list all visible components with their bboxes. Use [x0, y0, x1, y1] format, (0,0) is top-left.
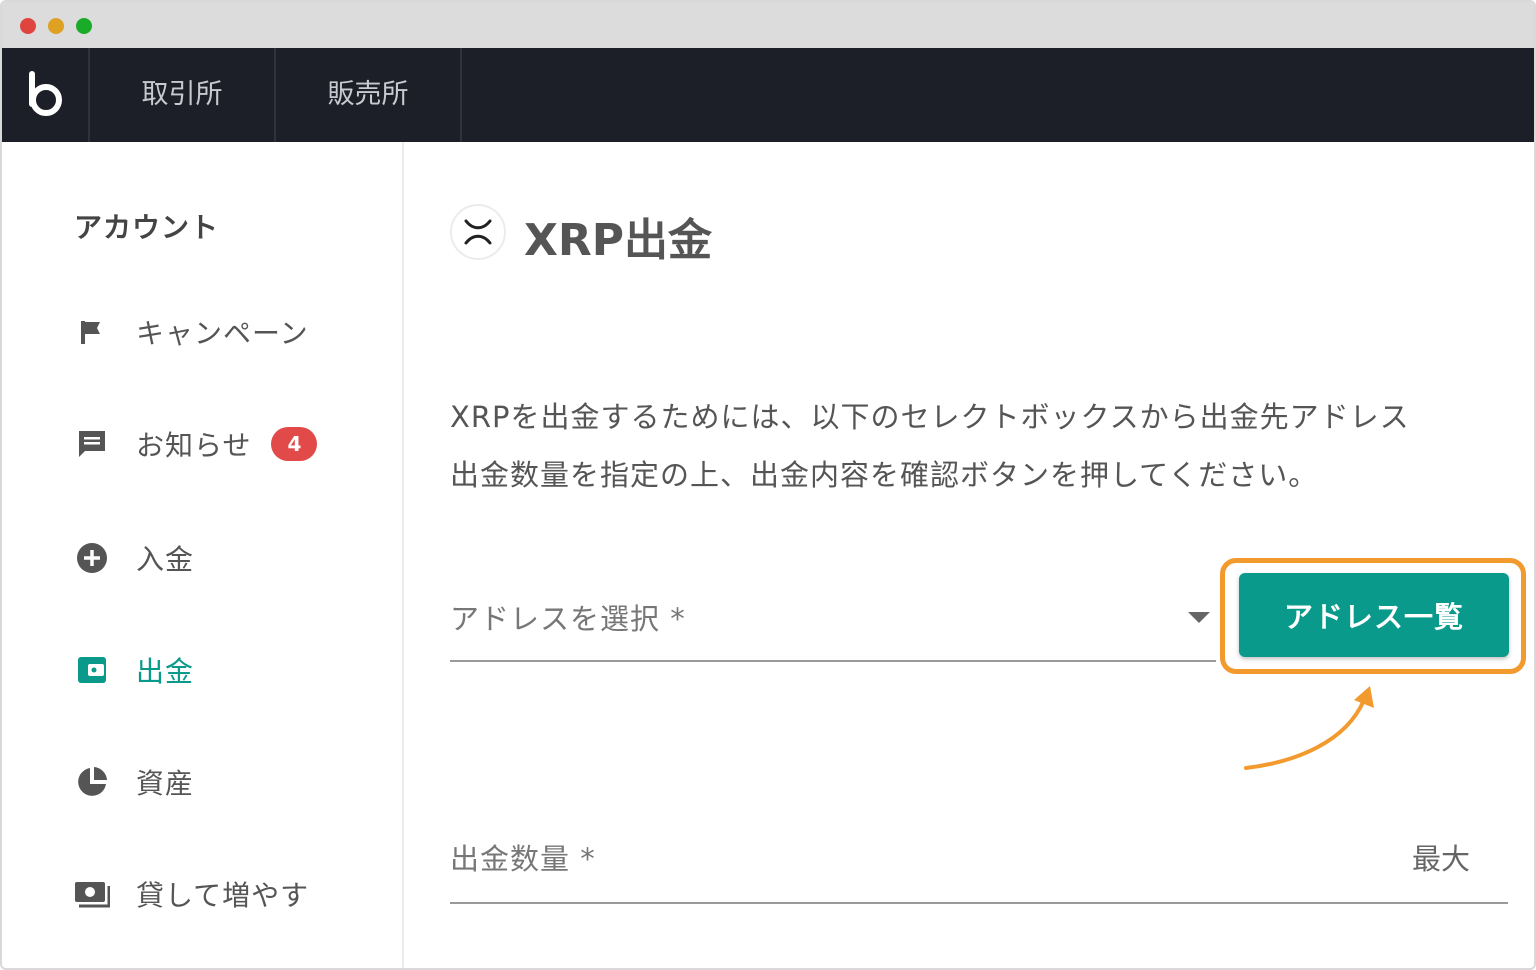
top-navigation: 取引所 販売所 — [2, 48, 1534, 142]
minimize-window-button[interactable] — [48, 18, 64, 34]
chevron-down-icon[interactable] — [1188, 612, 1210, 623]
sidebar: アカウント キャンペーン お知らせ 4 入金 出金 資産 貸して増やす — [2, 142, 404, 968]
sidebar-item-label: お知らせ — [136, 429, 252, 462]
sidebar-item-label: 貸して増やす — [136, 879, 310, 912]
flag-icon — [74, 314, 110, 350]
notification-badge: 4 — [271, 427, 318, 461]
bitbank-logo-icon[interactable] — [2, 48, 90, 142]
sidebar-item-withdraw[interactable]: 出金 — [74, 650, 194, 690]
message-icon — [74, 426, 110, 462]
nav-tab-exchange[interactable]: 取引所 — [90, 48, 276, 142]
instruction-line: 出金数量を指定の上、出金内容を確認ボタンを押してください。 — [450, 458, 1319, 492]
close-window-button[interactable] — [20, 18, 36, 34]
sidebar-title: アカウント — [74, 211, 220, 244]
amount-field[interactable]: 出金数量 * 最大 — [450, 822, 1508, 904]
sidebar-item-label: 資産 — [136, 767, 195, 800]
sidebar-item-label: キャンペーン — [136, 317, 309, 350]
instruction-line: XRPを出金するためには、以下のセレクトボックスから出金先アドレス — [450, 400, 1410, 434]
xrp-coin-icon — [450, 204, 506, 260]
pie-chart-icon — [74, 764, 110, 800]
sidebar-item-label: 入金 — [136, 543, 195, 576]
wallet-icon — [74, 652, 110, 688]
address-select-label: アドレスを選択 * — [450, 602, 686, 636]
address-list-button[interactable]: アドレス一覧 — [1239, 573, 1509, 657]
withdraw-instructions: XRPを出金するためには、以下のセレクトボックスから出金先アドレス 出金数量を指… — [450, 388, 1534, 504]
address-select[interactable]: アドレスを選択 * — [450, 582, 1216, 662]
sidebar-item-lending[interactable]: 貸して増やす — [74, 874, 309, 914]
window-titlebar — [2, 2, 1534, 48]
nav-tab-retail[interactable]: 販売所 — [276, 48, 462, 142]
sidebar-item-label: 出金 — [136, 655, 195, 688]
sidebar-item-assets[interactable]: 資産 — [74, 762, 194, 802]
sidebar-item-news[interactable]: お知らせ 4 — [74, 424, 318, 464]
page-title: XRP出金 — [524, 215, 713, 266]
sidebar-item-campaign[interactable]: キャンペーン — [74, 312, 309, 352]
money-icon — [74, 876, 110, 912]
max-amount-button[interactable]: 最大 — [1412, 836, 1470, 878]
plus-circle-icon — [74, 540, 110, 576]
main-content: XRP出金 XRPを出金するためには、以下のセレクトボックスから出金先アドレス … — [406, 142, 1534, 968]
amount-label: 出金数量 * — [450, 842, 596, 876]
sidebar-item-deposit[interactable]: 入金 — [74, 538, 194, 578]
pointer-arrow-icon — [1244, 686, 1374, 770]
maximize-window-button[interactable] — [76, 18, 92, 34]
browser-window: 取引所 販売所 アカウント キャンペーン お知らせ 4 入金 出金 資産 貸して… — [0, 0, 1536, 970]
